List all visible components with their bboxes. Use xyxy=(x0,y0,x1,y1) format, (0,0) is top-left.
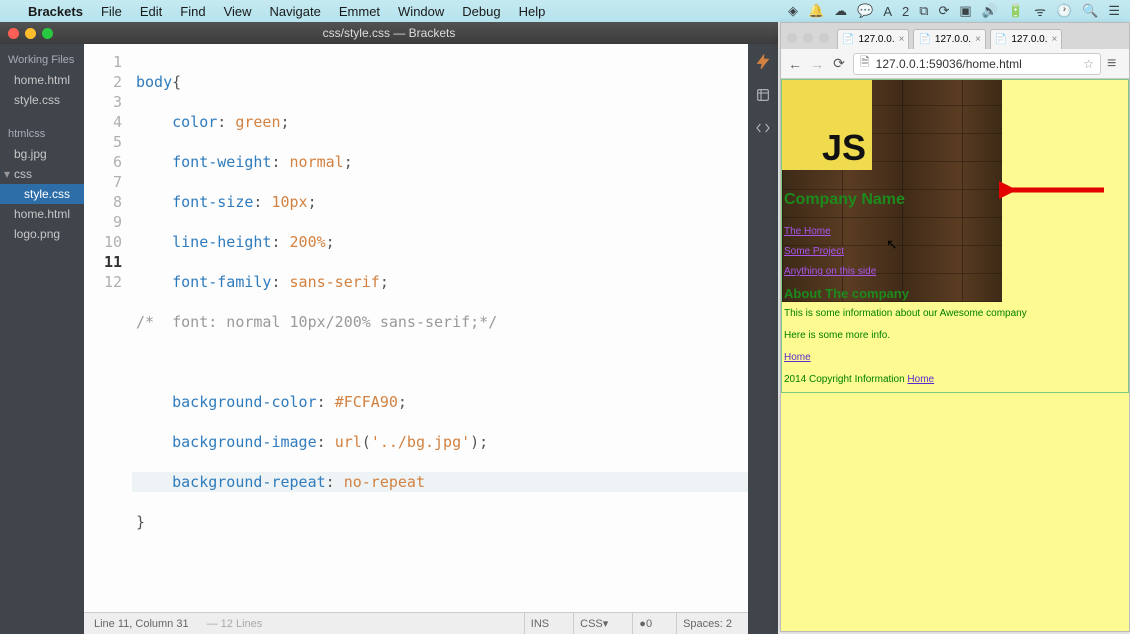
cloud-icon[interactable]: ☁︎ xyxy=(834,3,847,19)
notify-icon[interactable]: ◈ xyxy=(788,3,798,19)
nav-link-2[interactable]: Some Project xyxy=(784,242,876,262)
hero: JS Company Name The Home Some Project An… xyxy=(782,80,1128,302)
adobe-badge[interactable]: 2 xyxy=(902,4,909,19)
window-title: css/style.css — Brackets xyxy=(0,26,778,40)
chrome-window: 📄 127.0.0.× 📄 127.0.0.× 📄 127.0.0.× ← → … xyxy=(780,22,1130,632)
live-preview-icon[interactable] xyxy=(755,54,771,73)
tree-style-css[interactable]: style.css xyxy=(0,184,84,204)
battery-icon[interactable]: 🔋 xyxy=(1008,3,1024,19)
mac-menubar: Brackets File Edit Find View Navigate Em… xyxy=(0,0,1130,22)
menu-window[interactable]: Window xyxy=(398,4,444,19)
close-icon[interactable] xyxy=(8,28,19,39)
brackets-window: css/style.css — Brackets Working Files h… xyxy=(0,22,778,634)
company-heading: Company Name xyxy=(784,190,905,210)
chrome-toolbar: ← → ⟳ 🗎 127.0.0.1:59036/home.html ☆ ≡ xyxy=(781,49,1129,79)
nav-links: The Home Some Project Anything on this s… xyxy=(784,222,876,282)
menu-find[interactable]: Find xyxy=(180,4,205,19)
url-text: 127.0.0.1:59036/home.html xyxy=(876,57,1078,71)
sidebar: Working Files home.html style.css htmlcs… xyxy=(0,44,84,634)
project-label[interactable]: htmlcss xyxy=(0,124,84,144)
address-bar[interactable]: 🗎 127.0.0.1:59036/home.html ☆ xyxy=(853,53,1101,75)
about-heading: About The company xyxy=(784,284,909,302)
adobe-icon[interactable]: A xyxy=(883,4,892,19)
rendered-page: JS Company Name The Home Some Project An… xyxy=(781,79,1129,631)
status-cursor-pos: Line 11, Column 31 xyxy=(94,618,189,630)
menu-navigate[interactable]: Navigate xyxy=(270,4,321,19)
chrome-tab-1[interactable]: 📄 127.0.0.× xyxy=(837,29,909,49)
minimize-icon[interactable] xyxy=(25,28,36,39)
tree-bg-jpg[interactable]: bg.jpg xyxy=(0,144,84,164)
nav-link-3[interactable]: Anything on this side xyxy=(784,262,876,282)
volume-icon[interactable]: 🔊 xyxy=(982,3,998,19)
menubar-status-icons: ◈ 🔔 ☁︎ 💬 A 2 ⧉ ⟳ ▣ 🔊 🔋 ᯤ 🕐 🔍 ☰ xyxy=(788,2,1120,20)
chrome-close-icon[interactable] xyxy=(787,33,797,43)
chrome-tabstrip: 📄 127.0.0.× 📄 127.0.0.× 📄 127.0.0.× xyxy=(781,23,1129,49)
chrome-window-controls[interactable] xyxy=(787,33,829,43)
chrome-zoom-icon[interactable] xyxy=(819,33,829,43)
js-logo: JS xyxy=(782,80,872,170)
reload-button[interactable]: ⟳ xyxy=(831,55,847,72)
forward-button[interactable]: → xyxy=(809,56,825,72)
dropbox-icon[interactable]: ⧉ xyxy=(919,3,928,19)
chrome-minimize-icon[interactable] xyxy=(803,33,813,43)
clock-icon[interactable]: 🕐 xyxy=(1056,3,1072,19)
list-icon[interactable]: ☰ xyxy=(1108,3,1120,19)
window-controls[interactable] xyxy=(8,28,53,39)
bookmark-icon[interactable]: ☆ xyxy=(1083,57,1094,71)
tree-logo-png[interactable]: logo.png xyxy=(0,224,84,244)
footer-home-link[interactable]: Home xyxy=(907,374,934,385)
wifi-icon[interactable]: ᯤ xyxy=(1034,2,1046,20)
paragraph-1: This is some information about our Aweso… xyxy=(784,304,1126,324)
code-hint-icon[interactable] xyxy=(755,120,771,139)
search-icon[interactable]: 🔍 xyxy=(1082,3,1098,19)
right-toolbar xyxy=(748,44,778,634)
status-errors[interactable]: ● 0 xyxy=(632,613,658,634)
sync-icon[interactable]: ⟳ xyxy=(939,3,950,19)
copyright: 2014 Copyright Information Home xyxy=(784,370,1126,390)
chrome-tab-3[interactable]: 📄 127.0.0.× xyxy=(990,29,1062,49)
chat-icon[interactable]: 💬 xyxy=(857,3,873,19)
code-editor[interactable]: 123456789101112 body{ color: green; font… xyxy=(84,44,748,612)
display-icon[interactable]: ▣ xyxy=(959,3,971,19)
extensions-icon[interactable] xyxy=(755,87,771,106)
working-file-style[interactable]: style.css xyxy=(0,90,84,110)
code-content[interactable]: body{ color: green; font-weight: normal;… xyxy=(132,44,748,612)
chrome-tab-2[interactable]: 📄 127.0.0.× xyxy=(913,29,985,49)
line-gutter: 123456789101112 xyxy=(84,44,132,612)
tree-home-html[interactable]: home.html xyxy=(0,204,84,224)
nav-link-1[interactable]: The Home xyxy=(784,222,876,242)
working-files-label: Working Files xyxy=(0,50,84,70)
status-spaces[interactable]: Spaces: 2 xyxy=(676,613,738,634)
menu-debug[interactable]: Debug xyxy=(462,4,500,19)
tab-close-icon[interactable]: × xyxy=(899,34,905,45)
tab-close-icon[interactable]: × xyxy=(975,34,981,45)
tab-close-icon[interactable]: × xyxy=(1052,34,1058,45)
working-file-home[interactable]: home.html xyxy=(0,70,84,90)
app-name[interactable]: Brackets xyxy=(28,4,83,19)
brackets-titlebar: css/style.css — Brackets xyxy=(0,22,778,44)
page-icon: 🗎 xyxy=(860,53,870,74)
status-total-lines: — 12 Lines xyxy=(207,618,263,630)
menu-edit[interactable]: Edit xyxy=(140,4,162,19)
menu-emmet[interactable]: Emmet xyxy=(339,4,380,19)
home-link[interactable]: Home xyxy=(784,352,811,363)
menu-view[interactable]: View xyxy=(224,4,252,19)
status-lang[interactable]: CSS ▾ xyxy=(573,613,614,634)
back-button[interactable]: ← xyxy=(787,56,803,72)
paragraph-2: Here is some more info. xyxy=(784,326,1126,346)
status-bar: Line 11, Column 31 — 12 Lines INS CSS ▾ … xyxy=(84,612,748,634)
bell-icon[interactable]: 🔔 xyxy=(808,3,824,19)
chrome-menu-icon[interactable]: ≡ xyxy=(1107,55,1123,73)
zoom-icon[interactable] xyxy=(42,28,53,39)
menu-file[interactable]: File xyxy=(101,4,122,19)
menu-help[interactable]: Help xyxy=(519,4,546,19)
status-ins[interactable]: INS xyxy=(524,613,555,634)
tree-css-folder[interactable]: css xyxy=(0,164,84,184)
